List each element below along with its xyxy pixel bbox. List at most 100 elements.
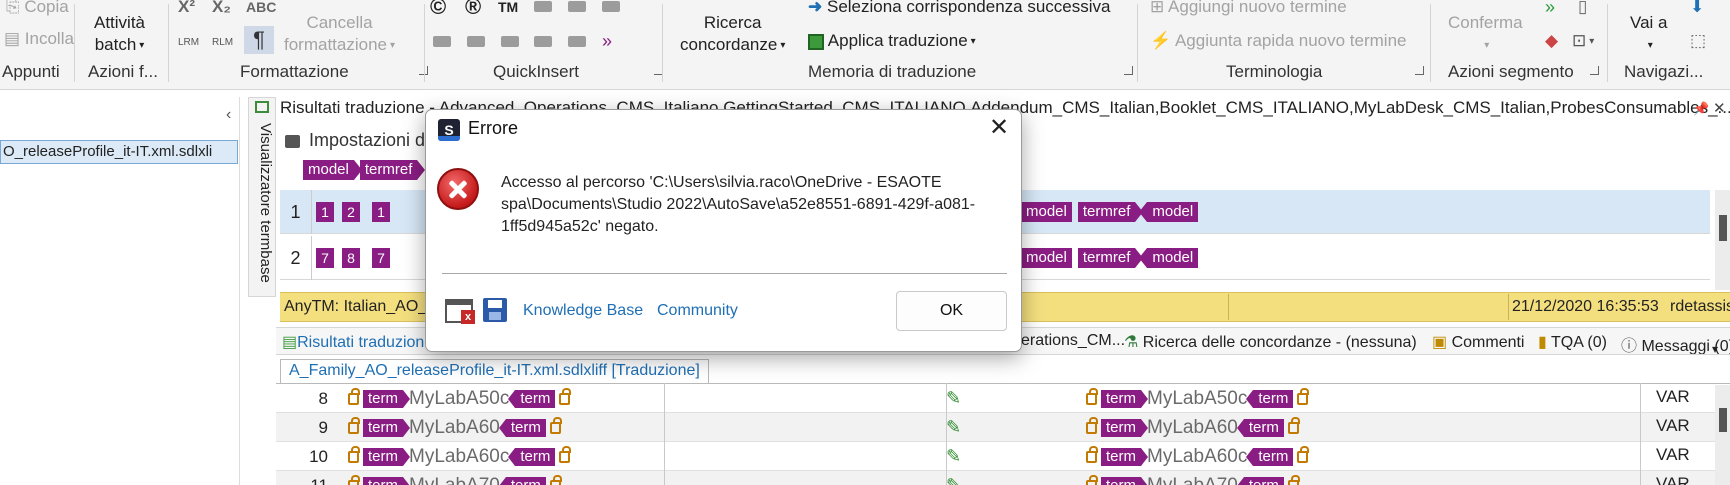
confirm-button[interactable]: Conferma ▾ <box>1448 12 1523 57</box>
scrollbar-thumb[interactable] <box>1719 408 1727 432</box>
close-icon[interactable]: ✕ <box>1713 99 1726 117</box>
lock-icon <box>348 445 360 463</box>
match-target: model termref model <box>1013 248 1199 268</box>
superscript-icon[interactable]: X² <box>178 0 195 18</box>
quickinsert-tag-icon[interactable] <box>568 36 586 47</box>
tag-termref: termref <box>359 160 425 180</box>
segment-number: 8 <box>318 389 328 408</box>
tab-concordance-search[interactable]: ⚗ Ricerca delle concordanze - (nessuna) <box>1124 332 1417 352</box>
segment-row[interactable]: 10 term MyLabA60c term ✎ term MyLabA60c term… <box>276 442 1730 471</box>
segment-status: VAR <box>1656 416 1690 435</box>
knowledge-base-link[interactable]: Knowledge Base <box>523 302 643 320</box>
quickinsert-tag-icon[interactable] <box>534 1 552 12</box>
segment-split-icon[interactable]: ⊡ ▾ <box>1572 30 1594 53</box>
ltr-icon[interactable]: LRM <box>178 32 199 54</box>
match-number: 1 <box>280 190 312 234</box>
segment-row[interactable]: 9 term MyLabA60 term ✎ term MyLabA60 term VA… <box>276 413 1730 442</box>
trademark-icon[interactable]: TM <box>498 0 518 18</box>
batch-activities-button[interactable]: Attività batch ▾ <box>94 12 145 57</box>
editor-scrollbar[interactable] <box>1715 385 1730 485</box>
select-next-match-button[interactable]: ➜ Seleziona corrispondenza successiva <box>808 0 1110 18</box>
close-button[interactable]: ✕ <box>982 114 1016 144</box>
ribbon-separator <box>168 4 169 82</box>
quickinsert-tag-icon[interactable] <box>534 36 552 47</box>
rtl-icon[interactable]: RLM <box>212 32 233 54</box>
error-icon <box>437 168 479 210</box>
save-icon[interactable] <box>483 298 507 322</box>
tag-model: model <box>1013 248 1072 268</box>
tag-termref: termref <box>1077 202 1143 222</box>
registered-icon[interactable]: ® <box>465 0 481 18</box>
segment-target[interactable]: term MyLabA60c term <box>1082 445 1312 468</box>
goto-button[interactable]: Vai a ▾ <box>1630 12 1668 57</box>
segment-target[interactable]: term MyLabA60 term <box>1082 416 1303 439</box>
quickinsert-tag-icon[interactable] <box>467 36 485 47</box>
quickinsert-more-icon[interactable]: » <box>602 30 612 52</box>
chevron-down-icon: ▾ <box>390 39 396 51</box>
smallcaps-icon[interactable]: ABC <box>246 0 276 18</box>
copyright-icon[interactable]: © <box>430 0 446 18</box>
next-segment-icon[interactable]: » <box>1545 0 1555 18</box>
community-link[interactable]: Community <box>657 302 738 320</box>
quick-add-term-button[interactable]: ⚡ Aggiunta rapida nuovo termine <box>1150 30 1407 52</box>
tab-operations[interactable]: erations_CM... <box>1021 332 1125 350</box>
segment-row[interactable]: 11 termMyLabA70term ✎ termMyLabA70term V… <box>276 471 1730 485</box>
dialog-launcher-icon[interactable] <box>1124 66 1133 75</box>
subscript-icon[interactable]: X₂ <box>212 0 231 18</box>
segment-number: 9 <box>318 418 328 437</box>
paste-button[interactable]: ▤ Incolla <box>4 28 74 50</box>
confirm-label: Conferma <box>1448 13 1523 32</box>
segment-target-text: MyLabA60c <box>1147 446 1248 467</box>
pin-icon[interactable]: 📌 <box>1693 101 1709 117</box>
tag-number: 8 <box>342 248 360 268</box>
segment-number: 10 <box>309 447 328 466</box>
document-tab[interactable]: A_Family_AO_releaseProfile_it-IT.xml.sdl… <box>280 359 709 383</box>
dialog-launcher-icon[interactable] <box>1590 66 1599 75</box>
clipboard-group-label: Appunti <box>2 62 60 81</box>
goto-label: Vai a <box>1630 13 1668 32</box>
segment-shapes-icon[interactable]: ◆ <box>1545 30 1558 52</box>
scrollbar-thumb[interactable] <box>1719 215 1727 241</box>
chevron-down-icon: ▾ <box>139 39 145 51</box>
quickinsert-tag-icon[interactable] <box>602 1 620 12</box>
ok-button[interactable]: OK <box>896 291 1007 331</box>
arrow-down-icon[interactable]: ⬇ <box>1690 0 1704 18</box>
segment-status: VAR <box>1656 474 1690 485</box>
concordance-search-button[interactable]: Ricerca concordanze ▾ <box>680 12 785 57</box>
add-term-button[interactable]: ⊞ Aggiungi nuovo termine <box>1150 0 1347 18</box>
tag-term: term <box>1101 418 1148 437</box>
tab-translation-results[interactable]: ▤Risultati traduzion <box>282 332 424 352</box>
clear-formatting-label: Cancella formattazione <box>284 13 387 54</box>
quickinsert-tag-icon[interactable] <box>568 1 586 12</box>
quickinsert-tag-icon[interactable] <box>501 36 519 47</box>
edit-status-icon: ✎ <box>946 417 962 437</box>
tab-tqa[interactable]: ▮ TQA (0) <box>1538 332 1607 352</box>
select-icon[interactable]: ⬚ <box>1690 30 1706 52</box>
tab-comments[interactable]: ▣ Commenti <box>1432 332 1524 352</box>
termbase-viewer-label: Visualizzatore termbase <box>257 123 274 283</box>
chevron-down-icon[interactable]: ▾ <box>1712 342 1718 354</box>
segment-row[interactable]: 8 term MyLabA50c term ✎ term MyLabA50c term … <box>276 384 1730 413</box>
segment-source: term MyLabA60 term <box>344 416 565 439</box>
copy-button[interactable]: ⎘ Copia <box>6 0 69 18</box>
tag-term: term <box>363 389 410 408</box>
lock-icon <box>1086 474 1098 485</box>
ribbon-separator <box>74 4 75 82</box>
clear-formatting-button[interactable]: Cancella formattazione ▾ <box>284 12 395 57</box>
anytm-date: 21/12/2020 16:35:53 <box>1512 298 1659 315</box>
tm-group-label: Memoria di traduzione <box>808 62 977 81</box>
results-settings-label[interactable]: Impostazioni d <box>309 130 425 151</box>
segment-target[interactable]: term MyLabA50c term <box>1082 387 1312 410</box>
file-list-item[interactable]: O_releaseProfile_it-IT.xml.sdlxli <box>0 140 238 164</box>
lock-icon <box>348 387 360 405</box>
apply-translation-button[interactable]: Applica traduzione ▾ <box>808 30 976 53</box>
settings-icon[interactable] <box>285 135 300 148</box>
pilcrow-icon[interactable]: ¶ <box>244 26 274 54</box>
quickinsert-tag-icon[interactable] <box>433 36 451 47</box>
segment-target[interactable]: termMyLabA70term <box>1082 474 1303 485</box>
dialog-launcher-icon[interactable] <box>1415 66 1424 75</box>
segment-list-icon[interactable]: ▯ <box>1578 0 1587 18</box>
tag-term: term <box>1101 476 1148 485</box>
collapse-pane-icon[interactable]: ‹ <box>226 106 231 124</box>
anytm-label: AnyTM: Italian_AO_ <box>284 298 428 315</box>
